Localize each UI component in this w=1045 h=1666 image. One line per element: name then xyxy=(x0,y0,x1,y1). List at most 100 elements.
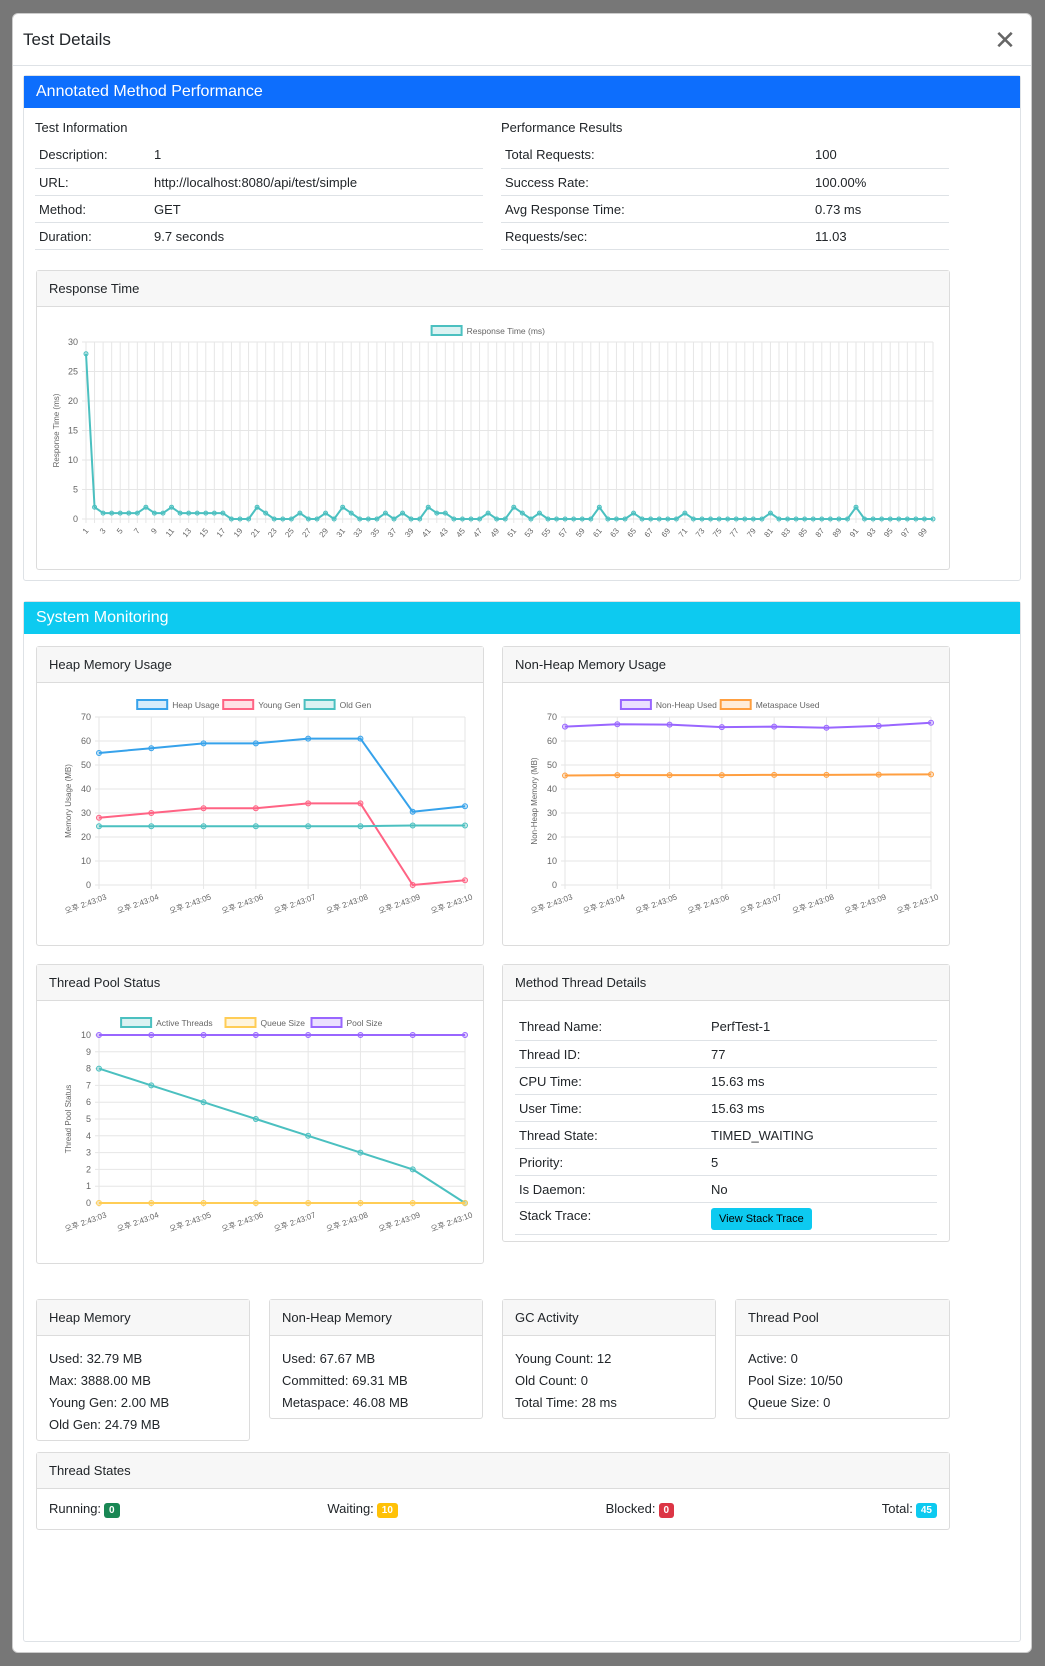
x-tick-label: 오후 2:43:03 xyxy=(64,892,109,916)
data-point xyxy=(588,516,594,522)
y-tick-label: 70 xyxy=(81,712,91,722)
x-tick-label: 75 xyxy=(711,526,724,539)
data-point xyxy=(409,1166,416,1173)
annotated-performance-section: Annotated Method Performance Test Inform… xyxy=(23,75,1021,581)
data-point xyxy=(200,805,207,812)
y-tick-label: 40 xyxy=(81,784,91,794)
data-point xyxy=(252,823,259,830)
x-tick-label: 99 xyxy=(916,526,929,539)
x-tick-label: 39 xyxy=(403,526,416,539)
state-blocked: Blocked: 0 xyxy=(606,1501,675,1518)
x-tick-label: 95 xyxy=(882,526,895,539)
data-point xyxy=(802,516,808,522)
view-stack-trace-button[interactable]: View Stack Trace xyxy=(711,1207,812,1230)
data-point xyxy=(682,510,688,516)
legend-label: Heap Usage xyxy=(172,700,220,710)
legend-label: Young Gen xyxy=(258,700,300,710)
row-value: 15.63 ms xyxy=(707,1067,937,1095)
data-point xyxy=(340,504,346,510)
data-point xyxy=(462,877,468,884)
stat-line: Used: 32.79 MB xyxy=(49,1351,143,1366)
card-title: Thread States xyxy=(37,1453,949,1489)
data-point xyxy=(836,516,842,522)
thread-states-card: Thread States Running: 0 Waiting: 10 Block… xyxy=(36,1452,950,1530)
data-point xyxy=(708,516,714,522)
x-tick-label: 31 xyxy=(335,526,348,539)
data-point xyxy=(409,882,416,888)
legend-swatch xyxy=(120,1017,153,1028)
data-point xyxy=(96,1032,102,1038)
data-point xyxy=(408,516,414,522)
y-tick-label: 0 xyxy=(73,514,78,524)
test-information: Test Information Description: 1 URL: http:… xyxy=(35,120,483,250)
row-value: 100.00% xyxy=(811,168,949,196)
table-row: Duration: 9.7 seconds xyxy=(35,222,483,250)
data-point xyxy=(96,750,102,756)
data-point xyxy=(263,510,269,516)
y-tick-label: 0 xyxy=(86,880,91,890)
y-tick-label: 40 xyxy=(547,784,557,794)
state-label: Running: xyxy=(49,1501,102,1516)
legend-label: Non-Heap Used xyxy=(656,700,717,710)
data-point xyxy=(382,510,388,516)
data-point xyxy=(785,516,791,522)
table-row: Thread State: TIMED_WAITING xyxy=(515,1121,937,1149)
data-point xyxy=(237,516,243,522)
data-point xyxy=(579,516,585,522)
gc-activity-stat-card: GC Activity Young Count: 12 Old Count: 0… xyxy=(502,1299,716,1419)
table-row: Priority: 5 xyxy=(515,1148,937,1176)
x-tick-label: 59 xyxy=(574,526,587,539)
data-point xyxy=(92,504,98,510)
x-tick-label: 65 xyxy=(625,526,638,539)
data-point xyxy=(409,822,416,829)
data-point xyxy=(665,516,671,522)
x-tick-label: 25 xyxy=(283,526,296,539)
data-point xyxy=(434,510,440,516)
data-point xyxy=(562,723,568,730)
data-point xyxy=(870,516,876,522)
x-tick-label: 11 xyxy=(164,526,177,539)
table-row: Avg Response Time: 0.73 ms xyxy=(501,195,949,223)
data-point xyxy=(771,771,778,778)
table-row: Stack Trace: View Stack Trace xyxy=(515,1202,937,1235)
data-point xyxy=(823,724,830,731)
data-point xyxy=(887,516,893,522)
row-value: http://localhost:8080/api/test/simple xyxy=(150,168,483,196)
row-value: TIMED_WAITING xyxy=(707,1121,937,1149)
x-tick-label: 5 xyxy=(115,526,125,536)
table-row: User Time: 15.63 ms xyxy=(515,1094,937,1122)
data-point xyxy=(148,810,155,816)
x-tick-label: 오후 2:43:06 xyxy=(220,1210,265,1234)
state-total: Total: 45 xyxy=(882,1501,937,1518)
x-tick-label: 오후 2:43:10 xyxy=(430,892,475,916)
data-point xyxy=(148,745,155,752)
thread-pool-stat-card: Thread Pool Active: 0 Pool Size: 10/50 Q… xyxy=(735,1299,950,1419)
x-tick-label: 53 xyxy=(523,526,536,539)
y-tick-label: 30 xyxy=(68,337,78,347)
data-point xyxy=(252,805,259,812)
data-point xyxy=(519,510,525,516)
data-point xyxy=(767,510,773,516)
data-point xyxy=(148,1200,155,1206)
data-point xyxy=(134,510,140,516)
data-point xyxy=(409,808,416,815)
y-tick-label: 10 xyxy=(81,856,91,866)
y-axis-label: Thread Pool Status xyxy=(64,1085,73,1153)
data-point xyxy=(673,516,679,522)
thread-pool-chart: 0 1 2 3 4 5 6 7 8 9 10 Thread Pool Status 오후 2:43:03… xyxy=(64,1017,474,1234)
non-heap-memory-chart: 0 10 20 30 40 50 60 70 Non-Heap Memory (MB) 오후 2:… xyxy=(530,699,941,916)
row-label: Avg Response Time: xyxy=(501,195,811,223)
data-point xyxy=(536,510,542,516)
data-point xyxy=(622,516,628,522)
x-tick-label: 오후 2:43:10 xyxy=(896,892,941,916)
close-icon[interactable]: ✕ xyxy=(993,27,1017,53)
y-tick-label: 25 xyxy=(68,367,78,377)
data-point xyxy=(718,724,725,731)
table-row: CPU Time: 15.63 ms xyxy=(515,1067,937,1095)
y-tick-label: 20 xyxy=(68,396,78,406)
data-point xyxy=(462,803,468,810)
state-label: Total: xyxy=(881,1501,913,1516)
x-tick-label: 89 xyxy=(831,526,844,539)
data-point xyxy=(96,823,102,830)
x-tick-label: 69 xyxy=(660,526,673,539)
